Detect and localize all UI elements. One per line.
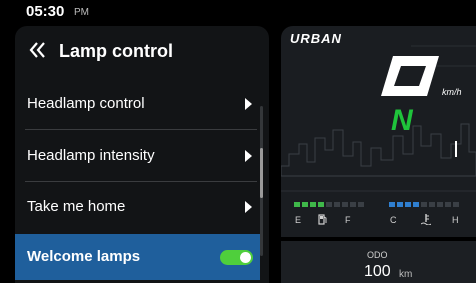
- thermometer-icon: [421, 214, 431, 225]
- fuel-full-label: F: [345, 215, 351, 225]
- menu-item-take-me-home[interactable]: Take me home: [15, 184, 260, 230]
- status-bar: 05:30 PM: [0, 0, 476, 22]
- panel-header: Lamp control: [15, 26, 269, 78]
- odo-value: 100: [364, 263, 391, 280]
- menu-item-label: Headlamp control: [27, 95, 145, 112]
- clock-time: 05:30: [26, 3, 65, 20]
- indicator-mark: [455, 141, 457, 157]
- fuel-gauge-bars: [294, 202, 364, 207]
- menu-item-label: Welcome lamps: [27, 248, 141, 265]
- chevron-right-icon: [245, 150, 252, 162]
- scrollbar-thumb[interactable]: [260, 148, 263, 198]
- scrollbar[interactable]: [260, 106, 263, 256]
- menu-item-headlamp-intensity[interactable]: Headlamp intensity: [15, 133, 260, 179]
- odo-label: ODO: [367, 250, 388, 260]
- speed-unit: km/h: [442, 87, 462, 97]
- toggle-knob: [240, 252, 251, 263]
- menu-item-label: Take me home: [27, 198, 126, 215]
- instrument-cluster: URBAN 0 km/h N E F C: [281, 26, 476, 237]
- chevron-right-icon: [245, 201, 252, 213]
- chevron-right-icon: [245, 98, 252, 110]
- lamp-control-panel: Lamp control Headlamp control Headlamp i…: [15, 26, 269, 283]
- menu-item-label: Headlamp intensity: [27, 147, 155, 164]
- gear-indicator: N: [391, 104, 413, 137]
- clock-ampm: PM: [74, 7, 89, 18]
- speed-readout: 0: [377, 54, 439, 96]
- menu-item-welcome-lamps[interactable]: Welcome lamps: [15, 234, 260, 280]
- brand-logo: URBAN: [290, 31, 342, 46]
- welcome-lamps-toggle[interactable]: [220, 250, 253, 265]
- page-title: Lamp control: [59, 41, 174, 61]
- odometer: ODO 100 km: [281, 241, 476, 283]
- fuel-pump-icon: [318, 214, 327, 225]
- speed-value: 0: [377, 54, 386, 58]
- temperature-gauge-bars: [389, 202, 459, 207]
- temp-cold-label: C: [390, 215, 397, 225]
- odo-unit: km: [399, 269, 413, 280]
- double-chevron-left-icon[interactable]: [29, 40, 47, 60]
- fuel-empty-label: E: [295, 215, 302, 225]
- divider: [25, 129, 257, 130]
- temp-hot-label: H: [452, 215, 459, 225]
- menu-item-headlamp-control[interactable]: Headlamp control: [15, 81, 260, 127]
- divider: [25, 181, 257, 182]
